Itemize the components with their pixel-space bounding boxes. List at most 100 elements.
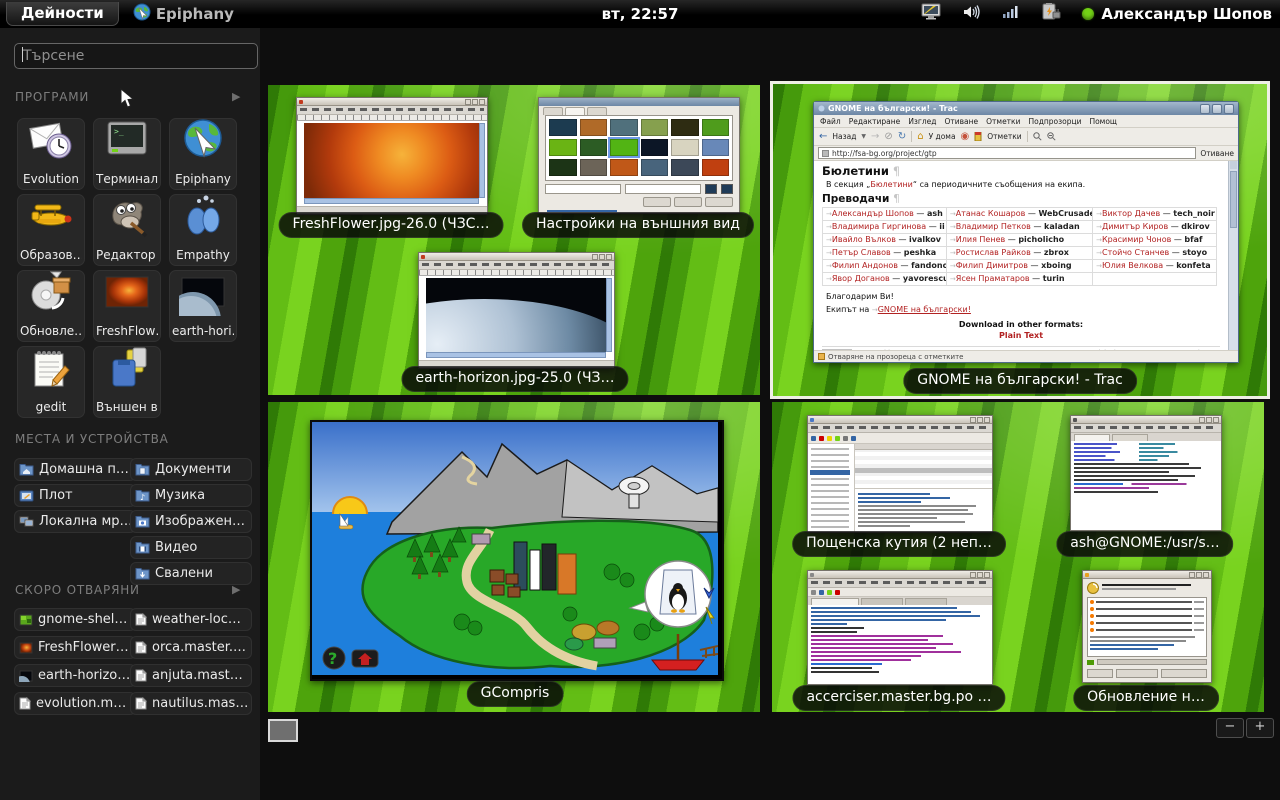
place-pictures[interactable]: Изображен… — [130, 510, 252, 533]
workspace-2-active[interactable]: GNOME на български! - Trac ФайлРедактира… — [770, 81, 1270, 399]
stop-icon[interactable]: ⊘ — [884, 132, 892, 142]
window-terminal[interactable] — [1070, 415, 1222, 531]
recent-item-weather-doc[interactable]: weather-loc… — [130, 608, 252, 631]
workspace-1[interactable]: FreshFlower.jpg-26.0 (ЧЗС… Настройки на … — [268, 85, 760, 395]
app-grid: Evolution >_ Терминал Epiphany Образов… — [17, 118, 237, 418]
places-column-left: Домашна п… Плот Локална мр… — [14, 458, 136, 533]
programs-header: ПРОГРАМИ — [15, 90, 89, 104]
window-label-updates: Обновление н… — [1073, 685, 1219, 711]
place-desktop[interactable]: Плот — [14, 484, 136, 507]
window-epiphany-trac[interactable]: GNOME на български! - Trac ФайлРедактира… — [813, 101, 1239, 363]
place-home[interactable]: Домашна п… — [14, 458, 136, 481]
trac-page-content: Бюлетини ¶ В секция „Бюлетини“ са период… — [814, 161, 1228, 350]
recent-item-gnome-shell[interactable]: gnome-shel… — [14, 608, 136, 631]
search-input[interactable] — [14, 43, 258, 69]
window-gedit-po-file[interactable] — [807, 570, 993, 685]
volume-icon[interactable] — [962, 4, 982, 24]
programs-expander-icon[interactable]: ▶ — [232, 90, 240, 103]
window-appearance-settings[interactable] — [538, 97, 740, 214]
text-caret — [22, 47, 23, 62]
app-tile-gedit[interactable]: gedit — [17, 346, 85, 418]
software-update-icon — [27, 268, 75, 316]
window-gimp-earth-horizon[interactable] — [418, 252, 615, 369]
activities-button[interactable]: Дейности — [6, 2, 119, 26]
app-tile-evolution[interactable]: Evolution — [17, 118, 85, 190]
app-tile-epiphany[interactable]: Epiphany — [169, 118, 237, 190]
forward-icon[interactable]: → — [871, 132, 879, 142]
gimp-icon — [103, 192, 151, 240]
recent-item-earth-horizon[interactable]: earth-horizo… — [14, 664, 136, 687]
gedit-icon — [27, 344, 75, 392]
terminal-icon: >_ — [103, 116, 151, 164]
add-workspace-button[interactable]: + — [1246, 718, 1274, 738]
app-tile-gcompris[interactable]: Образов… — [17, 194, 85, 266]
epiphany-globe-icon — [133, 3, 151, 25]
po-file-text-mock — [811, 607, 989, 682]
network-signal-icon[interactable] — [1002, 4, 1020, 23]
translators-table: →Александър Шопов — ash→Атанас Кошаров —… — [822, 207, 1217, 286]
recent-column-right: weather-loc… orca.master.… anjuta.mast… … — [130, 608, 252, 715]
appearance-theme-icon — [103, 344, 151, 392]
zoom-out-icon[interactable] — [1033, 132, 1042, 141]
bulletins-link[interactable]: Бюлетини — [870, 180, 913, 189]
back-icon[interactable]: ← — [819, 132, 827, 142]
go-button[interactable]: Отиване — [1200, 149, 1234, 158]
remove-workspace-button[interactable]: − — [1216, 718, 1244, 738]
clock[interactable]: вт, 22:57 — [602, 5, 679, 23]
recent-column-left: gnome-shel… FreshFlower… earth-horizo… e… — [14, 608, 136, 715]
mouse-cursor — [120, 88, 135, 113]
reload-icon[interactable]: ↻ — [898, 132, 906, 142]
app-tile-gimp[interactable]: Редактор … — [93, 194, 161, 266]
recent-item-anjuta-doc[interactable]: anjuta.mast… — [130, 664, 252, 687]
recent-item-orca-doc[interactable]: orca.master.… — [130, 636, 252, 659]
app-tile-appearance[interactable]: Външен в… — [93, 346, 161, 418]
gnome-shell-overview: Дейности Epiphany вт, 22:57 Александ — [0, 0, 1280, 800]
recent-item-freshflower[interactable]: FreshFlower… — [14, 636, 136, 659]
gnome-bg-link[interactable]: GNOME на български! — [878, 305, 971, 314]
history-icon[interactable]: ◉ — [961, 132, 970, 142]
window-update-manager[interactable] — [1082, 570, 1212, 683]
svg-text:♪: ♪ — [140, 493, 145, 502]
place-local-network[interactable]: Локална мр… — [14, 510, 136, 533]
workspace-4[interactable]: Пощенска кутия (2 неп… ash@GNOME:/usr/s…… — [772, 402, 1264, 712]
workspace-switcher-thumb[interactable] — [268, 719, 298, 742]
recent-expander-icon[interactable]: ▶ — [232, 583, 240, 596]
epiphany-globe-icon — [179, 116, 227, 164]
app-tile-terminal[interactable]: >_ Терминал — [93, 118, 161, 190]
app-tile-earth-image[interactable]: earth-hori… — [169, 270, 237, 342]
window-gcompris[interactable]: ? — [310, 420, 724, 681]
battery-icon[interactable] — [1040, 3, 1062, 25]
window-buttons[interactable] — [1200, 104, 1234, 114]
svg-text:?: ? — [328, 649, 337, 668]
window-evolution-mail[interactable] — [807, 415, 993, 533]
user-status-icon — [1082, 8, 1094, 20]
window-label-freshflower: FreshFlower.jpg-26.0 (ЧЗС… — [279, 212, 504, 238]
empathy-icon — [179, 192, 227, 240]
places-column-right: Документи ♪ Музика Изображен… Видео Свал… — [130, 458, 252, 585]
top-bar: Дейности Epiphany вт, 22:57 Александ — [0, 0, 1280, 28]
focused-app-menu[interactable]: Epiphany — [133, 3, 234, 25]
zoom-in-icon[interactable] — [1047, 132, 1056, 141]
recent-header: СКОРО ОТВАРЯНИ — [15, 583, 140, 597]
window-gimp-freshflower[interactable] — [296, 97, 488, 215]
recent-item-evolution-doc[interactable]: evolution.m… — [14, 692, 136, 715]
wallpaper-grid — [549, 119, 729, 176]
browser-menubar[interactable]: ФайлРедактиранеИзгледОтиванеОтметкиПодпр… — [814, 115, 1238, 128]
user-menu[interactable]: Александър Шопов — [1082, 5, 1272, 23]
scrollbar[interactable] — [1228, 161, 1238, 350]
place-music[interactable]: ♪ Музика — [130, 484, 252, 507]
plain-text-link[interactable]: Plain Text — [822, 331, 1220, 340]
display-settings-icon[interactable] — [920, 3, 942, 25]
url-bar[interactable]: http://fsa-bg.org/project/gtp — [818, 147, 1196, 159]
home-icon[interactable]: ⌂ — [917, 132, 923, 142]
place-videos[interactable]: Видео — [130, 536, 252, 559]
app-tile-freshflower-image[interactable]: FreshFlow… — [93, 270, 161, 342]
evolution-icon — [27, 116, 75, 164]
app-tile-empathy[interactable]: Empathy — [169, 194, 237, 266]
app-tile-software-update[interactable]: Обновле… — [17, 270, 85, 342]
workspace-3[interactable]: ? GCompris — [268, 402, 760, 712]
browser-toolbar[interactable]: ← Назад ▼ → ⊘ ↻ ⌂ У дома ◉ Отметки — [814, 128, 1238, 146]
place-documents[interactable]: Документи — [130, 458, 252, 481]
recent-item-nautilus-doc[interactable]: nautilus.mas… — [130, 692, 252, 715]
place-downloads[interactable]: Свалени — [130, 562, 252, 585]
